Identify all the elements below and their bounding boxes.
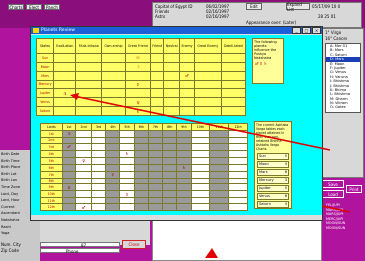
annotation-arrows bbox=[70, 93, 351, 258]
arrow-head-1 bbox=[70, 93, 79, 100]
arrow-head-3 bbox=[205, 248, 218, 258]
arrow-line-2 bbox=[321, 205, 351, 213]
arrow-line-1 bbox=[73, 95, 331, 151]
